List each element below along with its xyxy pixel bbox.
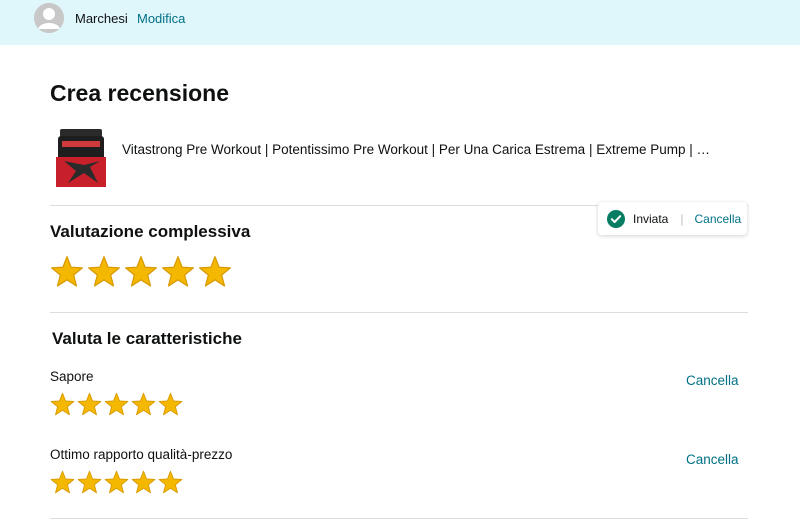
star-icon[interactable] — [198, 255, 232, 289]
product-image — [54, 127, 108, 189]
star-icon[interactable] — [161, 255, 195, 289]
feature-label-sapore: Sapore — [50, 369, 94, 384]
star-icon[interactable] — [50, 392, 75, 417]
overall-rating-stars[interactable] — [50, 255, 232, 289]
star-icon[interactable] — [77, 392, 102, 417]
overall-rating-title: Valutazione complessiva — [50, 222, 251, 241]
feature-cancel-link-value[interactable]: Cancella — [686, 452, 739, 467]
star-icon[interactable] — [158, 470, 183, 495]
star-icon[interactable] — [158, 392, 183, 417]
star-icon[interactable] — [50, 255, 84, 289]
divider — [50, 312, 748, 313]
page-title: Crea recensione — [50, 80, 229, 106]
star-icon[interactable] — [104, 470, 129, 495]
status-card: Inviata | Cancella — [598, 202, 747, 235]
check-circle-icon — [607, 209, 625, 228]
separator: | — [680, 211, 684, 226]
feature-stars-value[interactable] — [50, 470, 183, 495]
star-icon[interactable] — [87, 255, 121, 289]
status-label: Inviata — [633, 211, 669, 226]
feature-stars-sapore[interactable] — [50, 392, 183, 417]
star-icon[interactable] — [77, 470, 102, 495]
features-title: Valuta le caratteristiche — [52, 329, 242, 348]
username: Marchesi — [75, 11, 128, 26]
divider — [50, 518, 748, 519]
star-icon[interactable] — [104, 392, 129, 417]
feature-cancel-link-sapore[interactable]: Cancella — [686, 373, 739, 388]
star-icon[interactable] — [50, 470, 75, 495]
edit-profile-link[interactable]: Modifica — [137, 11, 185, 26]
star-icon[interactable] — [131, 470, 156, 495]
product-title[interactable]: Vitastrong Pre Workout | Potentissimo Pr… — [122, 142, 734, 157]
star-icon[interactable] — [131, 392, 156, 417]
feature-label-value: Ottimo rapporto qualità-prezzo — [50, 447, 233, 462]
user-avatar-icon[interactable] — [34, 3, 64, 33]
status-cancel-link[interactable]: Cancella — [694, 212, 741, 226]
top-bar: Marchesi Modifica — [0, 0, 800, 45]
star-icon[interactable] — [124, 255, 158, 289]
